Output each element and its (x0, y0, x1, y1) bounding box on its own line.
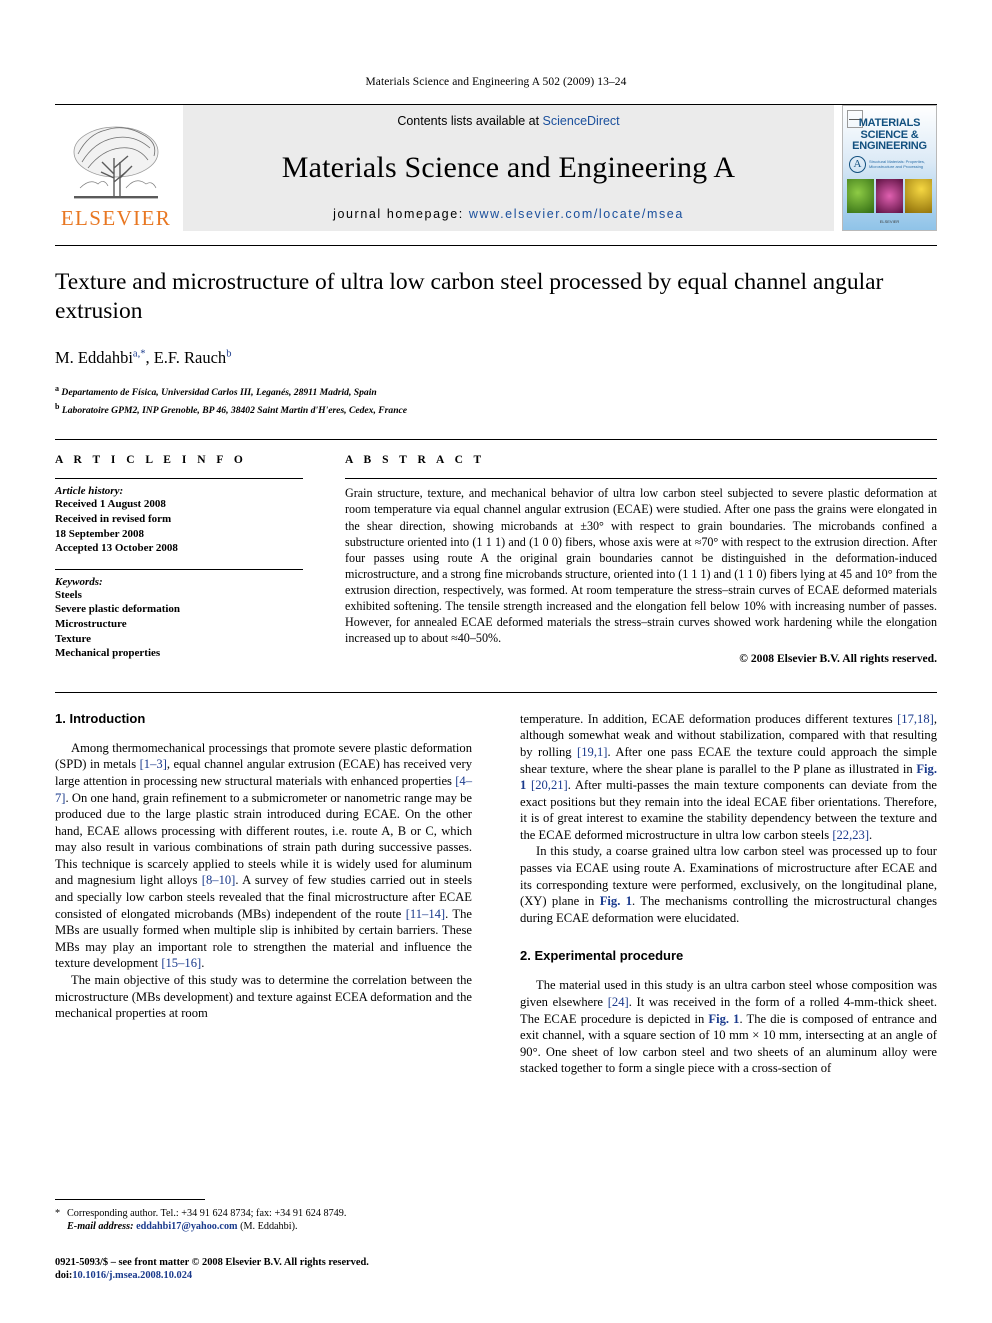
running-head: Materials Science and Engineering A 502 … (365, 76, 627, 88)
article-history-group: Article history: Received 1 August 2008 … (55, 485, 303, 555)
affiliation-a-marker: a (55, 384, 59, 393)
cover-series-badge: A (849, 155, 866, 173)
abstract-copyright: © 2008 Elsevier B.V. All rights reserved… (739, 652, 937, 666)
homepage-label: journal homepage: (333, 207, 464, 221)
paper-page: Materials Science and Engineering A 502 … (0, 0, 992, 1323)
affiliation-b-text: Laboratoire GPM2, INP Grenoble, BP 46, 3… (61, 404, 408, 416)
intro-paragraph-1: Among thermomechanical processings that … (55, 740, 473, 971)
experimental-paragraph-1: The material used in this study is an ul… (520, 978, 937, 1076)
section-heading-experimental: 2. Experimental procedure (520, 948, 684, 964)
affiliation-b: b Laboratoire GPM2, INP Grenoble, BP 46,… (55, 400, 937, 418)
author-list: M. Eddahbia,*, E.F. Rauchb (55, 348, 232, 367)
author-2-affil-marker: b (226, 348, 232, 360)
keyword-item: Mechanical properties (55, 647, 161, 660)
elsevier-logo: ELSEVIER (55, 105, 177, 231)
section-heading-introduction: 1. Introduction (55, 710, 146, 726)
cover-footer-logo: ELSEVIER (879, 219, 900, 224)
journal-masthead: ELSEVIER Contents lists available at Sci… (55, 104, 937, 231)
cover-photo-strip (843, 178, 936, 213)
sciencedirect-link[interactable]: ScienceDirect (543, 114, 620, 128)
journal-cover-thumbnail: MATERIALS SCIENCE & ENGINEERING A Struct… (842, 105, 937, 231)
body-column-right: temperature. In addition, ECAE deformati… (520, 711, 937, 1077)
article-info-column: A R T I C L E I N F O Article history: R… (55, 454, 303, 673)
abstract-text: Grain structure, texture, and mechanical… (345, 486, 937, 646)
keyword-item: Microstructure (55, 617, 127, 630)
article-history-label: Article history: (55, 485, 124, 498)
divider-abstract (345, 478, 937, 480)
homepage-url-link[interactable]: www.elsevier.com/locate/msea (469, 207, 684, 221)
author-2: E.F. Rauch (153, 348, 227, 367)
author-1-affil-marker: a,* (132, 348, 146, 360)
contents-available-line: Contents lists available at ScienceDirec… (397, 114, 619, 128)
divider-top (55, 478, 303, 480)
keyword-item: Severe plastic deformation (55, 603, 181, 616)
abstract-heading: A B S T R A C T (345, 454, 486, 467)
intro-paragraph-3: In this study, a coarse grained ultra lo… (520, 844, 937, 925)
elsevier-tree-icon (73, 126, 159, 199)
doi-link[interactable]: 10.1016/j.msea.2008.10.024 (72, 1270, 192, 1281)
keywords-label: Keywords: (55, 575, 103, 588)
footnote-divider (55, 1198, 205, 1200)
journal-band: Contents lists available at ScienceDirec… (183, 105, 834, 231)
cover-series-row: A Structural Materials: Properties, Micr… (843, 155, 936, 173)
page-title: Texture and microstructure of ultra low … (55, 269, 884, 324)
issn-copyright-block: 0921-5093/$ – see front matter © 2008 El… (55, 1256, 472, 1283)
info-abstract-section: A R T I C L E I N F O Article history: R… (55, 439, 937, 673)
corresponding-author-text: Corresponding author. Tel.: +34 91 624 8… (67, 1207, 347, 1219)
issn-line: 0921-5093/$ – see front matter © 2008 El… (55, 1256, 369, 1268)
cover-photo-3 (905, 178, 932, 213)
title-block: Texture and microstructure of ultra low … (55, 245, 937, 417)
email-link[interactable]: eddahbi17@yahoo.com (136, 1221, 237, 1232)
intro-paragraph-2-part2: temperature. In addition, ECAE deformati… (520, 711, 937, 842)
contents-prefix: Contents lists available at (397, 114, 543, 128)
affiliation-a-text: Departamento de Física, Universidad Carl… (61, 387, 377, 399)
keyword-item: Texture (55, 632, 92, 645)
doi-line: doi:10.1016/j.msea.2008.10.024 (55, 1269, 472, 1283)
author-1: M. Eddahbi (55, 348, 133, 367)
history-line: Received 1 August 2008 (55, 498, 166, 511)
article-info-heading: A R T I C L E I N F O (55, 454, 247, 467)
keywords-group: Keywords: Steels Severe plastic deformat… (55, 576, 303, 661)
history-line: 18 September 2008 (55, 527, 145, 540)
abstract-column: A B S T R A C T Grain structure, texture… (345, 454, 937, 673)
journal-title: Materials Science and Engineering A (281, 150, 736, 184)
keyword-item: Steels (55, 588, 82, 601)
email-label: E-mail address: (67, 1221, 134, 1233)
body-columns: 1. Introduction Among thermomechanical p… (55, 691, 937, 1077)
history-line: Received in revised form (55, 512, 172, 525)
email-owner: (M. Eddahbi). (240, 1221, 298, 1233)
body-column-left: 1. Introduction Among thermomechanical p… (55, 711, 472, 1077)
cover-photo-1 (847, 178, 874, 213)
affiliation-b-marker: b (55, 401, 60, 411)
corresponding-author-note: * Corresponding author. Tel.: +34 91 624 … (55, 1207, 472, 1234)
cover-title-line3: ENGINEERING (852, 140, 927, 152)
cover-title: MATERIALS SCIENCE & ENGINEERING (843, 117, 936, 153)
footnote-area: * Corresponding author. Tel.: +34 91 624 … (55, 1198, 472, 1283)
doi-label: doi: (55, 1270, 73, 1282)
divider-keywords (55, 568, 303, 570)
affiliation-a: a Departamento de Física, Universidad Ca… (55, 382, 937, 400)
intro-paragraph-2-part1: The main objective of this study was to … (55, 973, 472, 1021)
history-line: Accepted 13 October 2008 (55, 542, 178, 555)
journal-homepage-line: journal homepage: www.elsevier.com/locat… (333, 207, 684, 221)
elsevier-wordmark: ELSEVIER (60, 206, 172, 230)
footnote-star-marker: * (55, 1207, 61, 1219)
cover-photo-2 (876, 178, 903, 213)
cover-title-line1: MATERIALS (858, 117, 921, 129)
cover-subtitle: Structural Materials: Properties, Micros… (869, 159, 926, 169)
